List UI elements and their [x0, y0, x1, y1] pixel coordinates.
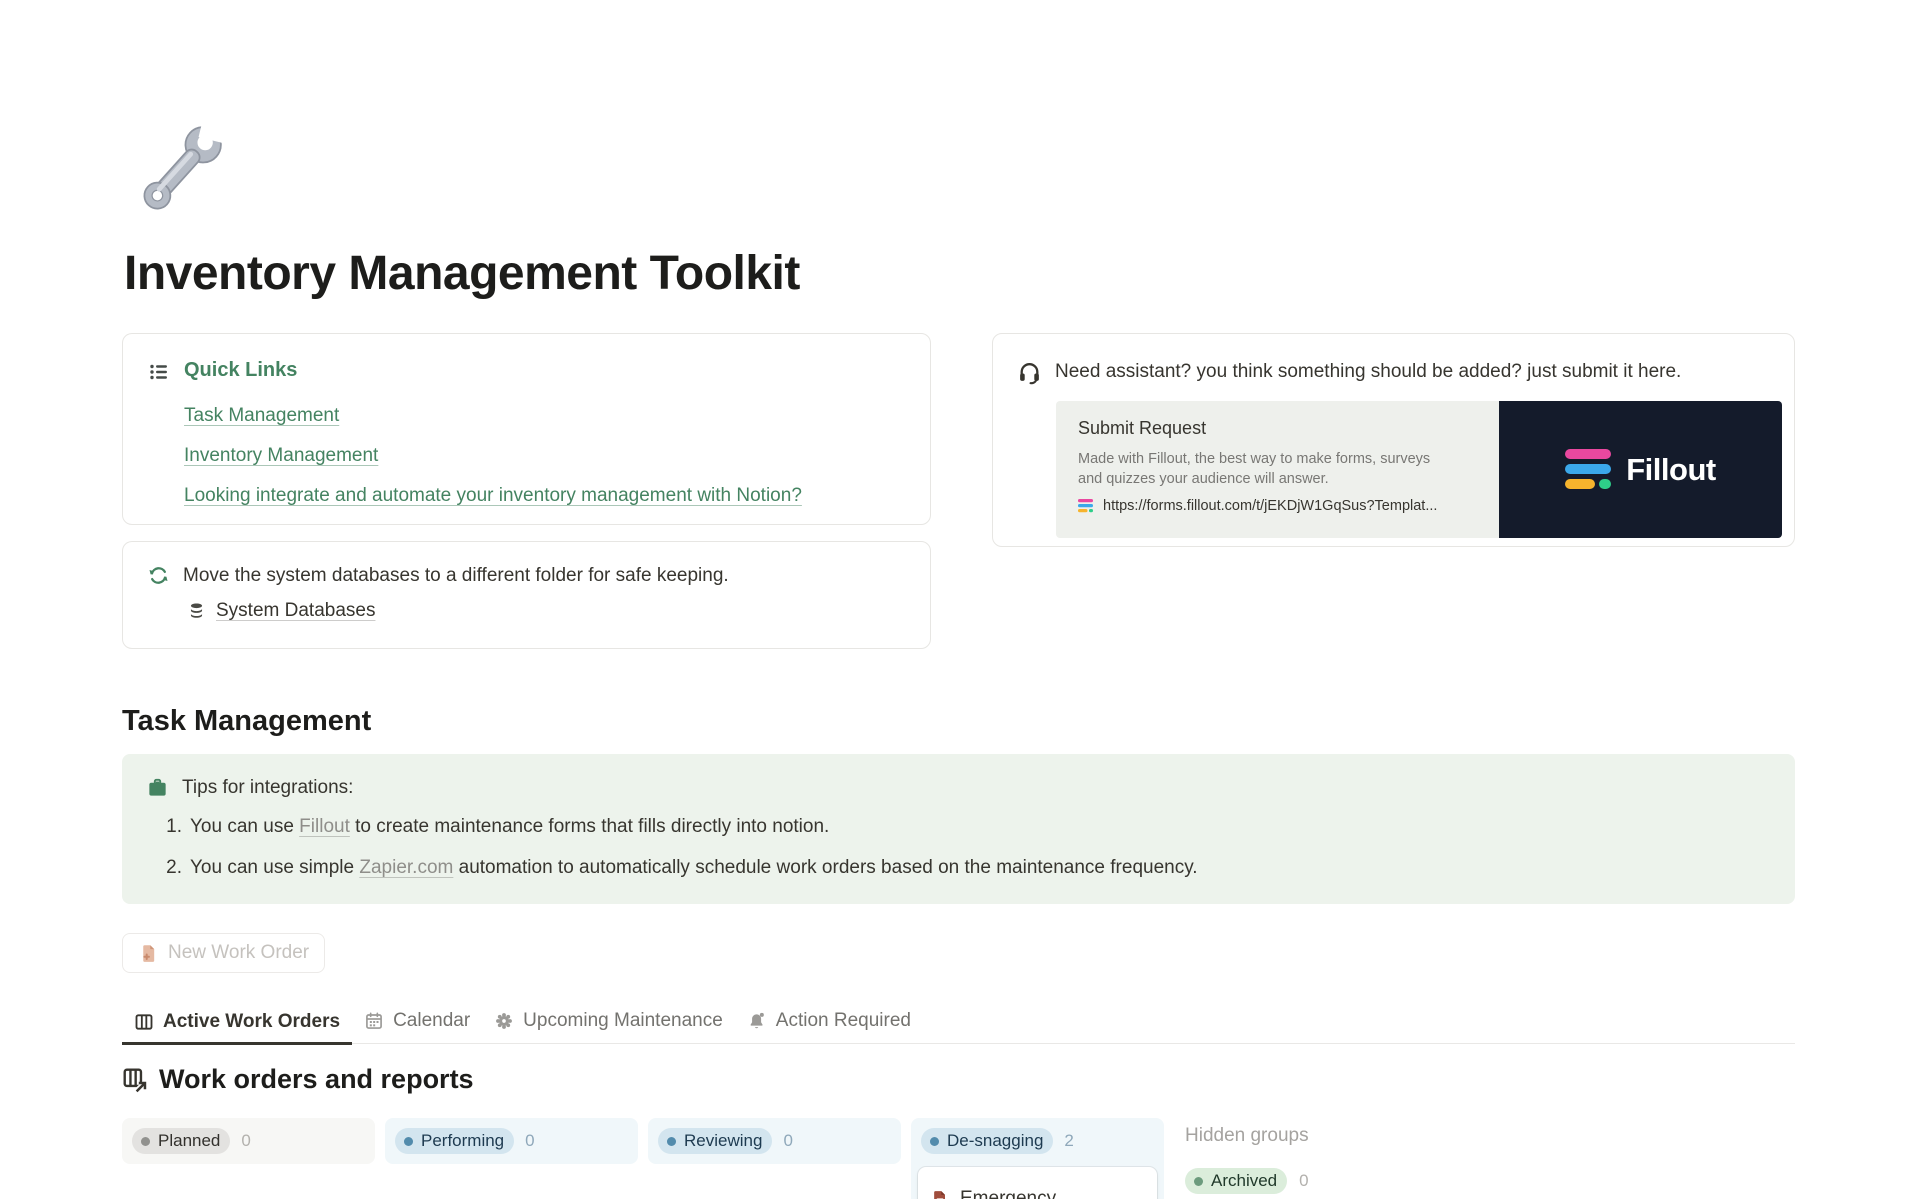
status-dot — [404, 1137, 413, 1146]
card-emergency[interactable]: Emergency — [918, 1167, 1157, 1199]
status-badge-de-snagging[interactable]: De-snagging — [921, 1128, 1053, 1154]
briefcase-icon — [146, 776, 169, 799]
new-work-order-label: New Work Order — [168, 942, 309, 964]
fillout-favicon — [1078, 499, 1095, 513]
status-dot — [141, 1137, 150, 1146]
tips-item-2-text: You can use simple Zapier.com automation… — [190, 855, 1198, 881]
database-icon — [187, 601, 206, 621]
fillout-embed-info: Submit Request Made with Fillout, the be… — [1056, 401, 1499, 538]
linked-database-icon — [122, 1067, 148, 1093]
fillout-embed[interactable]: Submit Request Made with Fillout, the be… — [1056, 401, 1782, 538]
link-automate-inventory[interactable]: Looking integrate and automate your inve… — [184, 484, 802, 508]
system-databases-callout: Move the system databases to a different… — [122, 541, 931, 649]
tips-callout: Tips for integrations: 1. You can use Fi… — [122, 754, 1795, 904]
task-management-heading: Task Management — [122, 705, 1798, 738]
headphones-icon — [1017, 360, 1042, 385]
new-work-order-button[interactable]: New Work Order — [122, 933, 325, 973]
tips-item-1-text: You can use Fillout to create maintenanc… — [190, 814, 829, 840]
inline-link[interactable]: Zapier.com — [359, 857, 453, 878]
quick-links-callout: Quick Links Task Management Inventory Ma… — [122, 333, 931, 525]
tab-upcoming-maintenance[interactable]: Upcoming Maintenance — [482, 1002, 735, 1043]
column-reviewing: Reviewing 0 — [648, 1118, 901, 1164]
system-databases-text: Move the system databases to a different… — [183, 563, 729, 589]
tab-active-work-orders[interactable]: Active Work Orders — [122, 1003, 352, 1045]
list-icon — [147, 360, 171, 384]
system-databases-link[interactable]: System Databases — [216, 600, 375, 622]
tips-title: Tips for integrations: — [182, 775, 353, 801]
assist-callout: Need assistant? you think something shou… — [992, 333, 1795, 547]
status-dot — [667, 1137, 676, 1146]
tips-item-1: 1. You can use Fillout to create mainten… — [154, 814, 1771, 840]
tips-item-2: 2. You can use simple Zapier.com automat… — [154, 855, 1771, 881]
kanban-board: Planned 0 Performing 0 Reviewing 0 — [122, 1118, 1798, 1199]
group-count: 0 — [525, 1131, 534, 1151]
board-title: Work orders and reports — [159, 1064, 474, 1095]
assist-text: Need assistant? you think something shou… — [1055, 359, 1681, 385]
link-task-management[interactable]: Task Management — [184, 404, 339, 428]
group-count: 0 — [1299, 1171, 1308, 1191]
sync-icon — [147, 564, 170, 587]
fillout-logo-panel: Fillout — [1499, 401, 1782, 538]
status-badge-reviewing[interactable]: Reviewing — [658, 1128, 772, 1154]
embed-title: Submit Request — [1078, 418, 1479, 439]
fillout-wordmark: Fillout — [1626, 452, 1715, 488]
tab-calendar[interactable]: Calendar — [352, 1002, 482, 1043]
group-count: 0 — [241, 1131, 250, 1151]
new-document-icon — [138, 943, 159, 964]
group-count: 2 — [1064, 1131, 1073, 1151]
embed-description: Made with Fillout, the best way to make … — [1078, 449, 1438, 489]
tab-action-required[interactable]: Action Required — [735, 1002, 923, 1043]
link-inventory-management[interactable]: Inventory Management — [184, 444, 378, 468]
status-dot — [1194, 1177, 1203, 1186]
gear-icon — [494, 1011, 514, 1031]
column-performing: Performing 0 — [385, 1118, 638, 1164]
report-document-icon — [930, 1189, 950, 1199]
status-badge-archived[interactable]: Archived — [1185, 1168, 1287, 1194]
bell-icon — [747, 1011, 767, 1031]
hidden-groups: Hidden groups Archived 0 — [1185, 1118, 1309, 1194]
column-de-snagging: De-snagging 2 Emergency — [911, 1118, 1164, 1199]
inline-link[interactable]: Fillout — [299, 816, 350, 837]
wrench-page-icon[interactable] — [124, 112, 242, 230]
tips-list: 1. You can use Fillout to create mainten… — [154, 814, 1771, 881]
calendar-icon — [364, 1011, 384, 1031]
column-planned: Planned 0 — [122, 1118, 375, 1164]
board-icon — [134, 1012, 154, 1032]
embed-url[interactable]: https://forms.fillout.com/t/jEKDjW1GqSus… — [1103, 498, 1437, 514]
page-title: Inventory Management Toolkit — [124, 246, 1798, 301]
status-badge-performing[interactable]: Performing — [395, 1128, 514, 1154]
hidden-groups-label: Hidden groups — [1185, 1125, 1309, 1147]
group-count: 0 — [783, 1131, 792, 1151]
notion-page: Inventory Management Toolkit Quick Links — [0, 0, 1798, 1199]
card-title: Emergency — [960, 1188, 1056, 1199]
status-dot — [930, 1137, 939, 1146]
status-badge-planned[interactable]: Planned — [132, 1128, 230, 1154]
quick-links-title: Quick Links — [184, 359, 297, 382]
view-tabs: Active Work Orders Calendar — [122, 1002, 1795, 1044]
fillout-logo-icon — [1565, 449, 1613, 490]
